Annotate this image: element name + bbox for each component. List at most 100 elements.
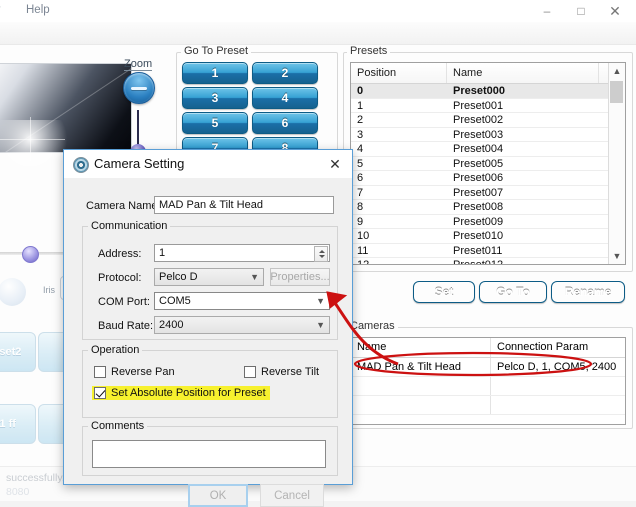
protocol-select[interactable]: Pelco D▼ [154, 268, 264, 286]
camera-name-cell-empty [351, 396, 491, 414]
preset-row[interactable]: 6Preset006 [351, 171, 625, 186]
preset-name: Preset012 [447, 258, 599, 265]
ok-button[interactable]: OK [188, 484, 248, 507]
dialog-close-icon[interactable]: ✕ [326, 155, 344, 173]
operation-title: Operation [88, 344, 142, 356]
camera-name-cell: MAD Pan & Tilt Head [351, 358, 491, 376]
presets-list[interactable]: Position Name 0Preset0001Preset0012Prese… [350, 62, 626, 265]
preset-row[interactable]: 8Preset008 [351, 200, 625, 215]
presets-scrollbar[interactable]: ▲ ▼ [608, 63, 625, 264]
connection-param-cell: Pelco D, 1, COM5, 2400 [491, 358, 623, 376]
operation-group [82, 350, 338, 418]
preset-name: Preset011 [447, 244, 599, 258]
reverse-pan-row[interactable]: Reverse Pan [94, 366, 175, 378]
preset-position: 4 [351, 142, 447, 156]
preset-button-5[interactable]: 5 [182, 112, 248, 134]
preset-button-1[interactable]: 1 [182, 62, 248, 84]
preset-button-4[interactable]: 4 [252, 87, 318, 109]
close-icon[interactable]: ✕ [598, 1, 632, 21]
preset-name: Preset009 [447, 215, 599, 229]
preset-position: 9 [351, 215, 447, 229]
reverse-tilt-label: Reverse Tilt [261, 366, 319, 378]
preset-button-6[interactable]: 6 [252, 112, 318, 134]
preset-name: Preset001 [447, 99, 599, 113]
preset-position: 8 [351, 200, 447, 214]
preset-name: Preset002 [447, 113, 599, 127]
preset-position: 12 [351, 258, 447, 265]
reverse-pan-checkbox[interactable] [94, 366, 106, 378]
menu-item-help[interactable]: Help [26, 4, 50, 16]
zoom-out-icon[interactable] [123, 72, 155, 104]
camera-icon [73, 157, 89, 173]
camera-row[interactable]: MAD Pan & Tilt HeadPelco D, 1, COM5, 240… [351, 358, 625, 377]
preset-row[interactable]: 1Preset001 [351, 99, 625, 114]
comments-field[interactable] [92, 440, 326, 468]
camera-setting-dialog: Camera Setting ✕ Camera Name: MAD Pan & … [63, 149, 353, 485]
address-label: Address: [98, 248, 141, 260]
goto-button[interactable]: Go To [479, 281, 547, 303]
connection-param-cell-empty [491, 396, 623, 414]
address-field[interactable]: 1 [154, 244, 330, 262]
focus-dial[interactable] [0, 278, 26, 306]
side-button-3[interactable]: X1 ff [0, 404, 36, 444]
preset-row[interactable]: 7Preset007 [351, 186, 625, 201]
set-absolute-label: Set Absolute Position for Preset [111, 387, 266, 399]
preset-name: Preset010 [447, 229, 599, 243]
dialog-titlebar: Camera Setting ✕ [64, 150, 352, 178]
preset-row[interactable]: 11Preset011 [351, 244, 625, 259]
preset-name: Preset000 [447, 84, 599, 98]
reverse-tilt-checkbox[interactable] [244, 366, 256, 378]
preset-row[interactable]: 3Preset003 [351, 128, 625, 143]
preset-position: 6 [351, 171, 447, 185]
camera-row-empty [351, 396, 625, 415]
preset-name: Preset007 [447, 186, 599, 200]
address-stepper[interactable] [314, 246, 328, 262]
preset-row[interactable]: 12Preset012 [351, 258, 625, 265]
preset-row[interactable]: 9Preset009 [351, 215, 625, 230]
iris-label: Iris [43, 285, 55, 295]
zoom-label: Zoom [124, 58, 152, 70]
baud-rate-label: Baud Rate: [98, 320, 153, 332]
column-header-camera-name: Name [351, 338, 491, 357]
column-header-name: Name [447, 63, 599, 83]
cameras-list[interactable]: Name Connection Param MAD Pan & Tilt Hea… [350, 337, 626, 425]
preset-row[interactable]: 4Preset004 [351, 142, 625, 157]
chevron-up-icon[interactable]: ▲ [609, 63, 625, 79]
cameras-title: Cameras [347, 320, 398, 332]
properties-button[interactable]: Properties... [270, 268, 330, 286]
preset-row[interactable]: 5Preset005 [351, 157, 625, 172]
window-titlebar: – □ ✕ [0, 0, 636, 23]
side-button-1[interactable]: et set2 [0, 332, 36, 372]
camera-name-field[interactable]: MAD Pan & Tilt Head [154, 196, 334, 214]
set-button[interactable]: Set [413, 281, 475, 303]
preset-button-2[interactable]: 2 [252, 62, 318, 84]
preset-position: 1 [351, 99, 447, 113]
set-absolute-row[interactable]: Set Absolute Position for Preset [92, 386, 270, 400]
presets-title: Presets [347, 45, 390, 57]
scrollbar-thumb[interactable] [610, 81, 623, 103]
com-port-select[interactable]: COM5▼ [154, 292, 330, 310]
preset-button-3[interactable]: 3 [182, 87, 248, 109]
column-header-position: Position [351, 63, 447, 83]
com-port-label: COM Port: [98, 296, 150, 308]
maximize-icon[interactable]: □ [564, 1, 598, 21]
reverse-pan-label: Reverse Pan [111, 366, 175, 378]
status-message-secondary: 8080 [6, 486, 29, 498]
cancel-button[interactable]: Cancel [260, 484, 324, 507]
chevron-down-icon: ▼ [316, 320, 325, 330]
rename-button[interactable]: Rename [551, 281, 625, 303]
lens-flare-decoration [0, 120, 70, 184]
chevron-down-icon[interactable]: ▼ [609, 248, 625, 264]
set-absolute-checkbox[interactable] [94, 387, 106, 399]
preset-row[interactable]: 10Preset010 [351, 229, 625, 244]
presets-rows: 0Preset0001Preset0012Preset0023Preset003… [351, 84, 625, 265]
preset-position: 3 [351, 128, 447, 142]
iris-slider-knob[interactable] [22, 246, 39, 263]
protocol-label: Protocol: [98, 272, 141, 284]
reverse-tilt-row[interactable]: Reverse Tilt [244, 366, 319, 378]
preset-row[interactable]: 2Preset002 [351, 113, 625, 128]
baud-rate-select[interactable]: 2400▼ [154, 316, 330, 334]
preset-row[interactable]: 0Preset000 [351, 84, 625, 99]
comments-title: Comments [88, 420, 147, 432]
minimize-icon[interactable]: – [530, 1, 564, 21]
